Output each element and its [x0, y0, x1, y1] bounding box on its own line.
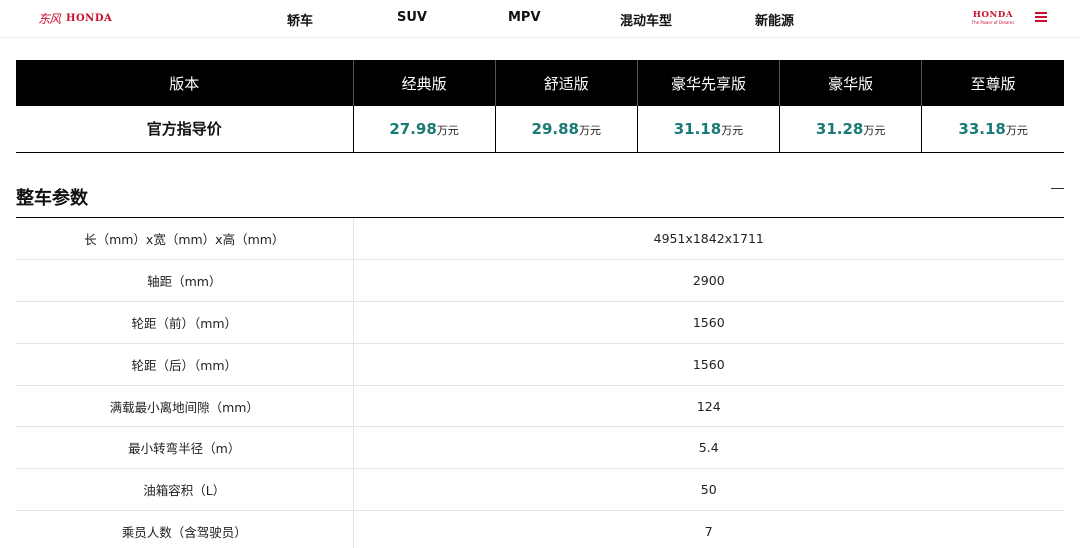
collapse-minus-icon[interactable]	[1051, 188, 1064, 189]
brand-left-cn: 东风	[38, 11, 61, 26]
version-name: 至尊版	[921, 60, 1064, 106]
spec-value: 2900	[353, 259, 1064, 303]
spec-value: 1560	[353, 343, 1064, 386]
spec-label: 满载最小离地间隙（mm）	[16, 385, 354, 428]
version-price-table: 版本 经典版 舒适版 豪华先享版 豪华版 至尊版 官方指导价 27.98万元 2…	[16, 60, 1064, 153]
hamburger-menu-icon[interactable]	[1035, 12, 1047, 23]
price-unit: 万元	[721, 123, 744, 137]
honda-logo[interactable]: HONDA The Power of Dreams	[966, 10, 1020, 26]
honda-logo-text: HONDA	[972, 10, 1014, 20]
price-cell: 31.18万元	[636, 106, 780, 153]
spec-row: 乘员人数（含驾驶员） 7	[16, 510, 1064, 548]
price-row: 官方指导价 27.98万元 29.88万元 31.18万元 31.28万元 33…	[16, 106, 1064, 153]
spec-row: 满载最小离地间隙（mm） 124	[16, 385, 1064, 428]
spec-value: 4951x1842x1711	[353, 218, 1064, 261]
spec-row: 最小转弯半径（m） 5.4	[16, 426, 1064, 470]
price-label: 官方指导价	[16, 106, 353, 153]
spec-value: 50	[353, 468, 1064, 512]
price-value: 33.18	[958, 119, 1006, 138]
version-header-label: 版本	[16, 60, 353, 106]
spec-label: 乘员人数（含驾驶员）	[16, 510, 354, 548]
brand-left-en: HONDA	[66, 12, 113, 24]
section-title: 整车参数	[16, 188, 88, 209]
spec-row: 轮距（后）（mm） 1560	[16, 343, 1064, 386]
top-nav: 东风 HONDA 轿车 SUV MPV 混动车型 新能源 HONDA The P…	[0, 0, 1080, 38]
price-unit: 万元	[436, 123, 459, 137]
spec-row: 油箱容积（L） 50	[16, 468, 1064, 512]
version-header-row: 版本 经典版 舒适版 豪华先享版 豪华版 至尊版	[16, 60, 1064, 106]
nav-item-sedan[interactable]: 轿车	[287, 10, 313, 29]
honda-tagline: The Power of Dreams	[971, 20, 1015, 25]
version-name: 豪华版	[779, 60, 922, 106]
price-value: 27.98	[389, 119, 437, 138]
price-value: 31.28	[815, 119, 864, 138]
spec-label: 轮距（后）（mm）	[16, 343, 354, 386]
spec-value: 124	[353, 385, 1064, 428]
price-cell: 31.28万元	[779, 106, 922, 153]
price-value: 29.88	[531, 119, 579, 138]
spec-row: 轴距（mm） 2900	[16, 259, 1064, 303]
spec-table: 长（mm）x宽（mm）x高（mm） 4951x1842x1711 轴距（mm） …	[16, 218, 1064, 548]
spec-row: 轮距（前）（mm） 1560	[16, 301, 1064, 344]
nav-item-mpv[interactable]: MPV	[508, 10, 541, 25]
spec-label: 轴距（mm）	[16, 259, 354, 303]
nav-item-suv[interactable]: SUV	[397, 10, 427, 25]
spec-label: 长（mm）x宽（mm）x高（mm）	[16, 218, 354, 261]
version-name: 舒适版	[494, 60, 638, 106]
spec-value: 7	[353, 510, 1064, 548]
price-cell: 27.98万元	[352, 106, 496, 153]
price-cell: 33.18万元	[921, 106, 1064, 153]
price-unit: 万元	[863, 123, 886, 137]
spec-label: 最小转弯半径（m）	[16, 426, 354, 470]
spec-value: 1560	[353, 301, 1064, 344]
version-name: 豪华先享版	[636, 60, 780, 106]
price-cell: 29.88万元	[494, 106, 638, 153]
dongfeng-honda-logo[interactable]: 东风 HONDA	[38, 11, 113, 26]
price-unit: 万元	[1005, 123, 1028, 137]
price-value: 31.18	[673, 119, 722, 138]
version-name: 经典版	[352, 60, 496, 106]
spec-label: 油箱容积（L）	[16, 468, 354, 512]
nav-item-hybrid[interactable]: 混动车型	[620, 10, 672, 29]
spec-label: 轮距（前）（mm）	[16, 301, 354, 344]
nav-item-new-energy[interactable]: 新能源	[755, 10, 794, 29]
spec-value: 5.4	[353, 426, 1064, 470]
spec-row: 长（mm）x宽（mm）x高（mm） 4951x1842x1711	[16, 218, 1064, 261]
price-unit: 万元	[579, 123, 601, 137]
